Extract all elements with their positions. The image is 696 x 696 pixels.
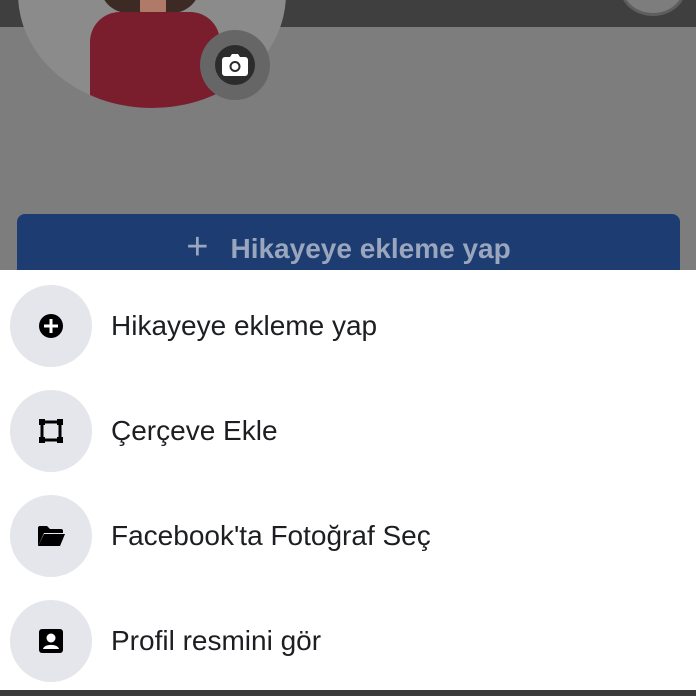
add-circle-icon bbox=[39, 314, 63, 338]
menu-item-view-profile-picture[interactable]: Profil resmini gör bbox=[0, 591, 696, 691]
menu-item-add-frame[interactable]: Çerçeve Ekle bbox=[0, 381, 696, 481]
menu-item-label: Profil resmini gör bbox=[111, 625, 322, 656]
change-photo-button bbox=[200, 30, 270, 100]
frame-icon bbox=[39, 419, 63, 443]
menu-item-label: Facebook'ta Fotoğraf Seç bbox=[111, 520, 431, 551]
folder-icon bbox=[38, 526, 65, 546]
menu-item-label: Hikayeye ekleme yap bbox=[111, 310, 378, 341]
system-nav-bar bbox=[0, 690, 696, 696]
icon-circle bbox=[10, 390, 92, 472]
profile-picture-icon bbox=[39, 629, 63, 653]
menu-item-add-to-story[interactable]: Hikayeye ekleme yap bbox=[0, 276, 696, 376]
story-button-label: Hikayeye ekleme yap bbox=[230, 233, 511, 264]
camera-icon bbox=[222, 54, 248, 76]
icon-circle bbox=[10, 285, 92, 367]
menu-item-select-facebook-photo[interactable]: Facebook'ta Fotoğraf Seç bbox=[0, 486, 696, 586]
menu-item-label: Çerçeve Ekle bbox=[111, 415, 278, 446]
plus-icon: + bbox=[186, 225, 209, 268]
icon-circle bbox=[10, 600, 92, 682]
icon-circle bbox=[10, 495, 92, 577]
photo-options-sheet: Hikayeye ekleme yap Çerçeve Ekle Faceboo… bbox=[0, 270, 696, 690]
